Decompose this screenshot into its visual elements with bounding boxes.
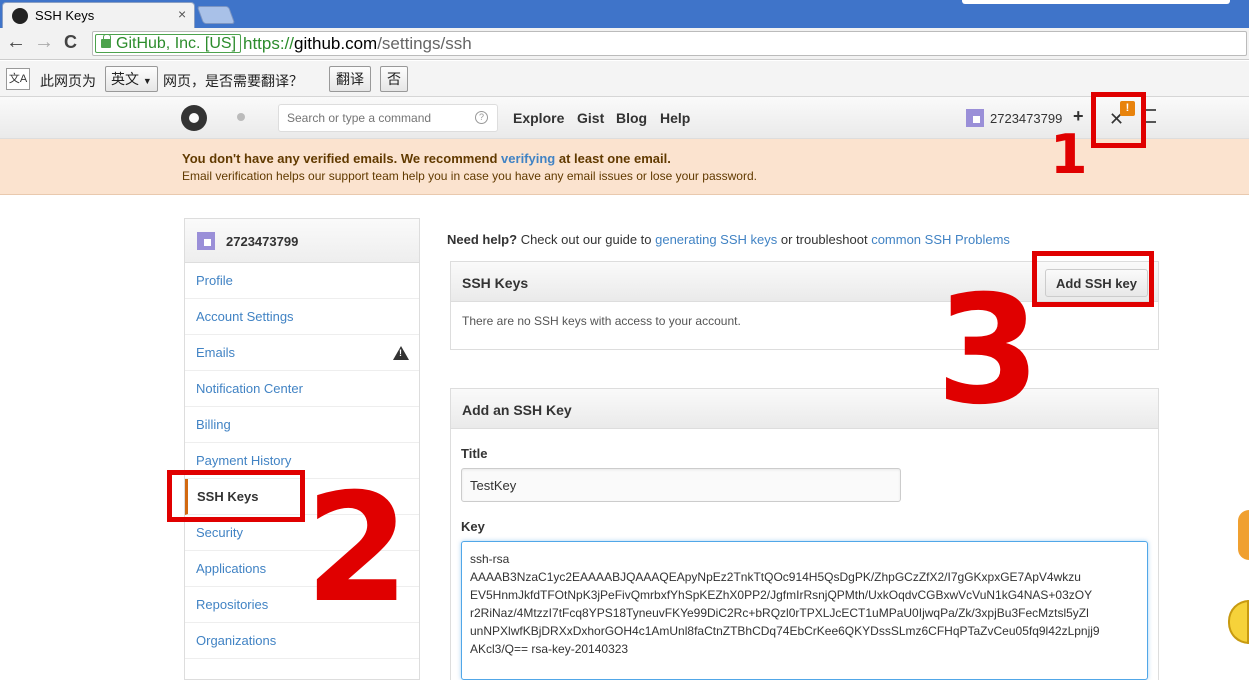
sidebar-item-emails[interactable]: Emails (185, 335, 419, 371)
context-dot-icon (237, 113, 245, 121)
floating-widget-icon[interactable] (1238, 510, 1249, 560)
key-textarea[interactable]: ssh-rsa AAAAB3NzaC1yc2EAAAABJQAAAQEApyNp… (461, 541, 1148, 680)
github-favicon-icon (12, 8, 28, 24)
reload-icon[interactable]: C (64, 32, 77, 52)
key-line: r2RiNaz/4MtzzI7tFcq8YPS18TyneuvFKYe99DiC… (470, 606, 1089, 620)
floating-badge-icon[interactable] (1228, 600, 1249, 644)
sidebar-username: 2723473799 (226, 234, 299, 249)
key-line: AKcl3/Q== rsa-key-20140323 (470, 642, 629, 656)
browser-tab-bar: SSH Keys × (0, 0, 1249, 28)
flash-line-2: Email verification helps our support tea… (182, 169, 757, 183)
sidebar-header: 2723473799 (185, 219, 419, 263)
nav-blog[interactable]: Blog (616, 110, 647, 126)
translate-icon: 文A (6, 68, 30, 90)
key-line: AAAAB3NzaC1yc2EAAAABJQAAAQEApyNpEz2TnkTt… (470, 570, 1081, 584)
nav-help[interactable]: Help (660, 110, 690, 126)
translate-suffix: 网页，是否需要翻译？ (163, 73, 303, 89)
annotation-number-2: 2 (305, 462, 410, 636)
flash-line-1-after: at least one email. (555, 151, 671, 166)
help-text-1: Check out our guide to (517, 232, 656, 247)
key-line: unNPXlwfKBjDRXxDxhorGOH4c1AmUnl8faCtnZTB… (470, 624, 1100, 638)
sidebar-item-profile[interactable]: Profile (185, 263, 419, 299)
chevron-down-icon: ▼ (142, 76, 152, 86)
back-arrow-icon[interactable]: ← (6, 32, 26, 52)
add-ssh-key-heading: Add an SSH Key (462, 402, 572, 418)
sidebar-item-notification-center[interactable]: Notification Center (185, 371, 419, 407)
browser-tab[interactable]: SSH Keys × (2, 2, 195, 28)
help-text-2: or troubleshoot (777, 232, 872, 247)
no-keys-message: There are no SSH keys with access to you… (462, 314, 741, 328)
help-lead: Need help? (447, 232, 518, 247)
add-ssh-key-box-header: Add an SSH Key (451, 389, 1158, 429)
url-text[interactable]: https://github.com/settings/ssh (243, 34, 472, 53)
address-bar-row: ← → C GitHub, Inc. [US] https://github.c… (0, 28, 1249, 60)
omnibox[interactable]: GitHub, Inc. [US] https://github.com/set… (92, 31, 1247, 56)
github-octocat-logo-icon[interactable] (181, 105, 207, 131)
annotation-box-2 (167, 470, 305, 522)
tab-close-icon[interactable]: × (178, 6, 186, 22)
language-select[interactable]: 英文 ▼ (105, 66, 158, 92)
search-help-icon[interactable]: ? (475, 111, 488, 124)
common-ssh-problems-link[interactable]: common SSH Problems (871, 232, 1010, 247)
language-value: 英文 (111, 71, 139, 87)
annotation-number-3: 3 (936, 264, 1041, 438)
translate-bar: 文A 此网页为 英文 ▼ 网页，是否需要翻译？ 翻译 否 (0, 61, 1249, 97)
ssh-keys-heading: SSH Keys (462, 275, 529, 291)
sidebar-item-billing[interactable]: Billing (185, 407, 419, 443)
key-title-input[interactable] (461, 468, 901, 502)
url-scheme: https:// (243, 34, 295, 53)
nav-explore[interactable]: Explore (513, 110, 564, 126)
sidebar-item-emails-label: Emails (196, 345, 236, 360)
url-host: github.com (294, 34, 378, 53)
key-line: EV5HnmJkfdTFOtNpK3jPeFivQmrbxfYhSpKEZhX0… (470, 588, 1093, 602)
translate-button[interactable]: 翻译 (329, 66, 371, 92)
verifying-link[interactable]: verifying (501, 151, 555, 166)
sidebar-item-account-settings[interactable]: Account Settings (185, 299, 419, 335)
title-label: Title (461, 446, 488, 461)
no-translate-button[interactable]: 否 (380, 66, 408, 92)
new-tab-button[interactable] (196, 6, 236, 24)
avatar[interactable] (966, 109, 984, 127)
ev-label: GitHub, Inc. [US] (116, 35, 237, 52)
flash-line-1: You don't have any verified emails. We r… (182, 151, 671, 166)
forward-arrow-icon[interactable]: → (34, 32, 54, 52)
translate-prefix: 此网页为 (40, 73, 96, 89)
annotation-box-1 (1091, 92, 1146, 148)
ssh-help-text: Need help? Check out our guide to genera… (447, 232, 1010, 247)
annotation-number-1: 1 (1050, 123, 1088, 186)
flash-line-1-before: You don't have any verified emails. We r… (182, 151, 502, 166)
browser-search-stub (962, 0, 1230, 4)
url-path: /settings/ssh (377, 34, 472, 53)
search-input[interactable] (278, 104, 498, 132)
warning-icon (393, 346, 409, 360)
tab-title: SSH Keys (35, 8, 95, 23)
sidebar-avatar (197, 232, 215, 250)
key-line: ssh-rsa (470, 552, 510, 566)
lock-icon (101, 34, 111, 48)
key-label: Key (461, 519, 485, 534)
generating-ssh-keys-link[interactable]: generating SSH keys (655, 232, 777, 247)
ev-certificate-badge[interactable]: GitHub, Inc. [US] (95, 34, 242, 53)
annotation-box-3 (1032, 251, 1154, 307)
nav-gist[interactable]: Gist (577, 110, 604, 126)
